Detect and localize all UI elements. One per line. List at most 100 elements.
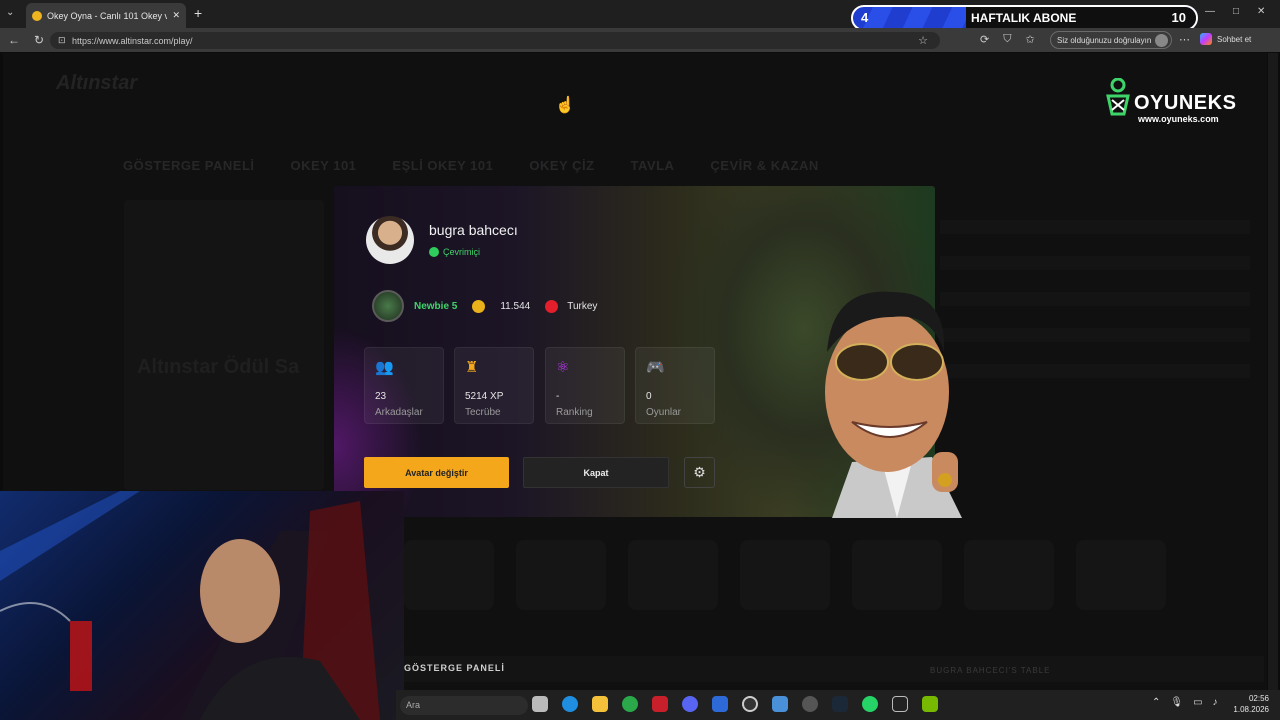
- reload-icon[interactable]: ↻: [34, 34, 44, 46]
- nav-item-tavla[interactable]: TAVLA: [631, 158, 675, 173]
- discord-icon[interactable]: [682, 696, 698, 712]
- logitech-icon[interactable]: [892, 696, 908, 712]
- game-tile[interactable]: [404, 540, 494, 610]
- favorites-icon[interactable]: ✩: [1025, 33, 1034, 46]
- url-field[interactable]: ⊡ https://www.altinstar.com/play/ ☆: [50, 32, 940, 49]
- browser-tab[interactable]: Okey Oyna - Canlı 101 Okey ve Dü ✕: [26, 3, 186, 28]
- profile-avatar-icon: [1155, 33, 1169, 47]
- toolbar-icons: ⟳ ⛉ ✩: [980, 33, 1035, 46]
- online-status: Çevrimiçi: [429, 247, 480, 257]
- friends-icon: 👥: [375, 359, 394, 376]
- file-explorer-icon[interactable]: [592, 696, 608, 712]
- table-tab[interactable]: BUGRA BAHCECI'S TABLE: [930, 666, 1050, 675]
- volume-icon[interactable]: ♪: [1213, 697, 1218, 708]
- copilot-icon: [1200, 33, 1212, 45]
- stat-card-friends[interactable]: 👥 23 Arkadaşlar: [364, 347, 444, 424]
- nav-item-dashboard[interactable]: GÖSTERGE PANELİ: [123, 158, 255, 173]
- stat-value: 5214 XP: [465, 391, 504, 402]
- taskbar-clock[interactable]: 02:56 1.08.2026: [1233, 693, 1269, 715]
- edge-icon[interactable]: [562, 696, 578, 712]
- copilot-button[interactable]: Sohbet et: [1200, 33, 1251, 45]
- list-item: [940, 328, 1250, 342]
- promo-panel: [124, 200, 324, 490]
- verify-identity-button[interactable]: Siz olduğunuzu doğrulayın: [1050, 31, 1172, 49]
- tab-close-icon[interactable]: ✕: [172, 10, 180, 21]
- streamer-webcam-image: [0, 491, 380, 720]
- list-item: [940, 220, 1250, 234]
- stat-value: 0: [646, 391, 652, 402]
- site-info-icon[interactable]: ⊡: [58, 35, 66, 46]
- settings-icon[interactable]: [802, 696, 818, 712]
- tray-chevron-icon[interactable]: ⌃: [1152, 697, 1160, 708]
- back-icon[interactable]: ←: [8, 34, 20, 46]
- stat-value: -: [556, 391, 560, 402]
- shield-icon[interactable]: ⛉: [1003, 33, 1011, 46]
- whatsapp-icon[interactable]: [862, 696, 878, 712]
- list-item: [940, 292, 1250, 306]
- game-tile[interactable]: [1076, 540, 1166, 610]
- bottom-dashboard-bar: [404, 656, 1264, 682]
- app-icon[interactable]: [652, 696, 668, 712]
- profile-username: bugra bahcecı: [429, 222, 518, 238]
- microphone-icon[interactable]: 🎙: [1170, 697, 1183, 708]
- game-carousel: [404, 530, 1264, 630]
- stat-card-games[interactable]: 🎮 0 Oyunlar: [635, 347, 715, 424]
- mascot-character-illustration: [825, 291, 962, 518]
- stat-card-ranking[interactable]: ⚛ - Ranking: [545, 347, 625, 424]
- stat-label: Ranking: [556, 407, 593, 418]
- nav-item-okey101[interactable]: OKEY 101: [291, 158, 357, 173]
- game-tile[interactable]: [964, 540, 1054, 610]
- stat-card-xp[interactable]: ♜ 5214 XP Tecrübe: [454, 347, 534, 424]
- task-view-icon[interactable]: [532, 696, 548, 712]
- goal-target: 10: [1171, 10, 1186, 25]
- new-tab-button[interactable]: +: [194, 5, 202, 21]
- game-tile[interactable]: [516, 540, 606, 610]
- obs-icon[interactable]: [742, 696, 758, 712]
- change-avatar-button[interactable]: Avatar değiştir: [364, 457, 509, 488]
- rank-label: Newbie 5: [414, 300, 458, 312]
- clock-time: 02:56: [1248, 694, 1269, 703]
- dashboard-tab[interactable]: GÖSTERGE PANELİ: [404, 663, 505, 673]
- promo-title: Altınstar Ödül Sa: [137, 356, 300, 378]
- nvidia-icon[interactable]: [922, 696, 938, 712]
- ranking-icon: ⚛: [556, 359, 570, 376]
- photos-icon[interactable]: [772, 696, 788, 712]
- display-icon[interactable]: ▭: [1193, 697, 1202, 708]
- taskbar-search[interactable]: Ara: [400, 696, 528, 715]
- site-nav: GÖSTERGE PANELİ OKEY 101 EŞLİ OKEY 101 O…: [123, 158, 819, 173]
- nav-item-spin-win[interactable]: ÇEVİR & KAZAN: [710, 158, 818, 173]
- upwork-icon[interactable]: [622, 696, 638, 712]
- steam-icon[interactable]: [832, 696, 848, 712]
- rank-badge-icon: [372, 290, 404, 322]
- status-label: Çevrimiçi: [443, 247, 480, 257]
- profile-avatar[interactable]: [366, 216, 414, 264]
- system-tray: ⌃ 🎙 ▭ ♪: [1152, 697, 1218, 708]
- settings-gear-icon[interactable]: ⚙: [684, 457, 715, 488]
- leaderboard-panel: [940, 200, 1250, 460]
- stat-label: Oyunlar: [646, 407, 682, 418]
- ea-icon[interactable]: [712, 696, 728, 712]
- verify-label: Siz olduğunuzu doğrulayın: [1057, 35, 1152, 45]
- more-options-icon[interactable]: ⋯: [1179, 33, 1190, 46]
- favorite-star-icon[interactable]: ☆: [918, 34, 928, 47]
- url-text: https://www.altinstar.com/play/: [72, 35, 193, 46]
- maximize-button[interactable]: □: [1233, 6, 1239, 17]
- game-tile[interactable]: [628, 540, 718, 610]
- stat-value: 23: [375, 391, 387, 402]
- minimize-button[interactable]: —: [1205, 6, 1215, 17]
- game-tile[interactable]: [740, 540, 830, 610]
- close-modal-button[interactable]: Kapat: [523, 457, 669, 488]
- list-item: [940, 364, 1250, 378]
- close-window-button[interactable]: ✕: [1257, 6, 1265, 17]
- site-logo[interactable]: Altınstar: [56, 72, 137, 95]
- nav-item-pair-okey101[interactable]: EŞLİ OKEY 101: [392, 158, 493, 173]
- turkey-flag-icon: [545, 299, 559, 313]
- online-dot-icon: [429, 247, 439, 257]
- taskbar-apps: [532, 696, 938, 712]
- game-tile[interactable]: [852, 540, 942, 610]
- extension-icon[interactable]: ⟳: [980, 33, 989, 46]
- scrollbar[interactable]: [1268, 53, 1278, 690]
- tab-list-icon[interactable]: ⌄: [6, 7, 14, 18]
- nav-item-okey-ciz[interactable]: OKEY ÇİZ: [529, 158, 594, 173]
- stat-label: Arkadaşlar: [375, 407, 423, 418]
